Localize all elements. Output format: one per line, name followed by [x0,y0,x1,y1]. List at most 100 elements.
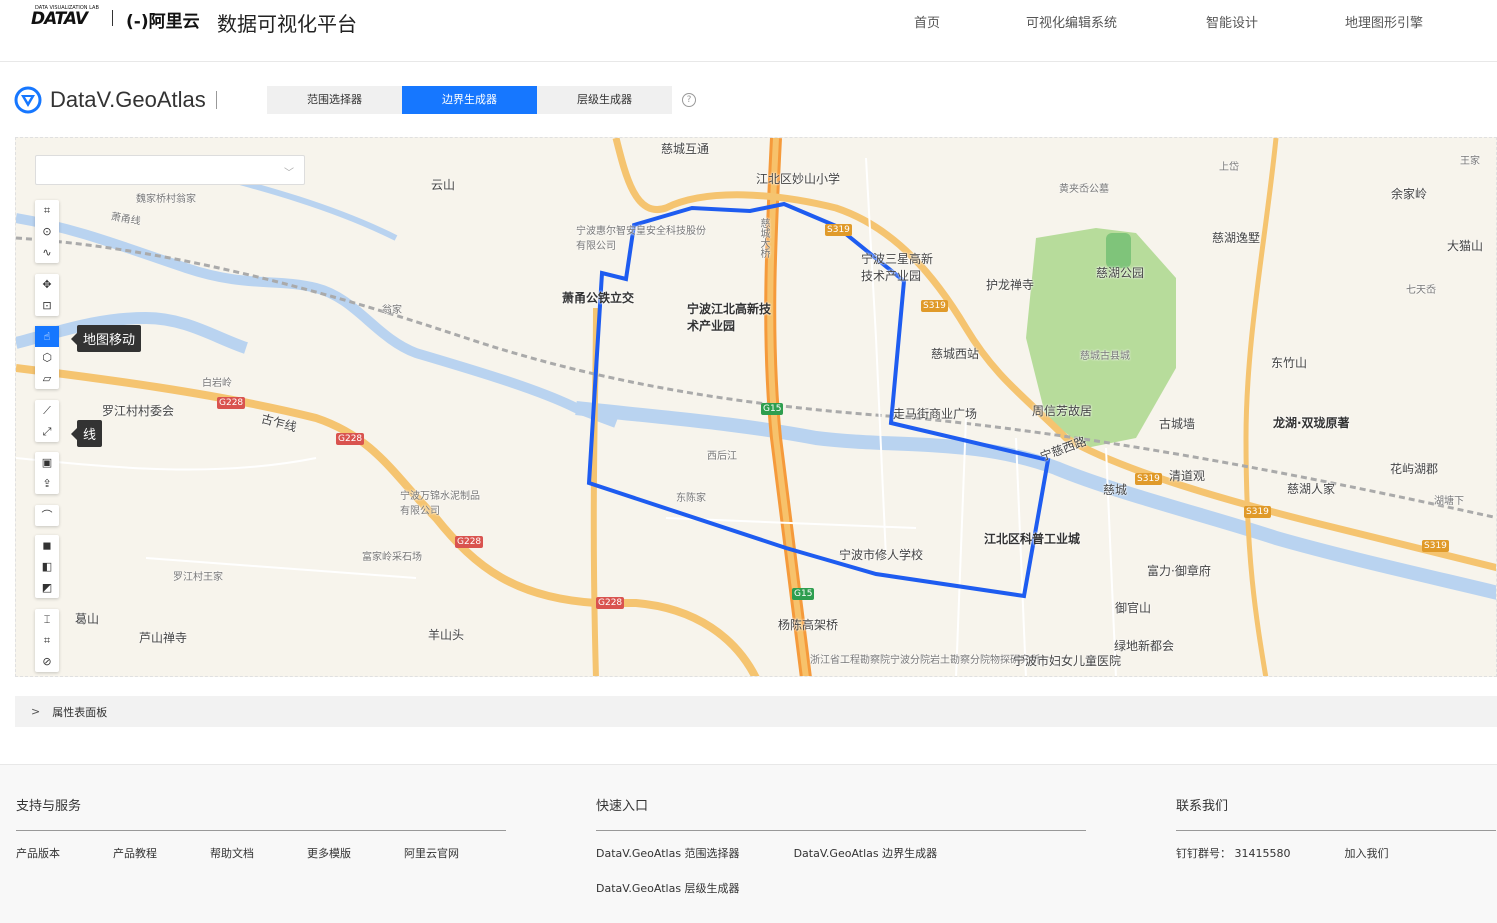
toolbar-edit-group: ☝ ⬡ ▱ [35,326,59,389]
datav-logo[interactable]: DATA VISUALIZATION LAB DATAV [31,5,99,29]
path-icon[interactable]: ⌒ [35,505,59,526]
map-label: 七天岙 [1406,285,1436,296]
aliyun-logo[interactable]: (-)阿里云 [126,7,200,32]
polygon-select-icon[interactable]: ▱ [35,368,59,389]
map-label: 慈湖人家 [1287,482,1336,496]
toolbar-view-group: ✥ ⊡ [35,274,59,316]
chevron-right-icon: > [31,705,41,718]
footer-contact: 联系我们 钉钉群号： 31415580 加入我们 [1176,795,1496,880]
nav-item-editor[interactable]: 可视化编辑系统 [1026,12,1117,31]
help-icon[interactable]: ? [682,93,696,107]
union-icon[interactable]: ◼ [35,535,59,556]
map-label: 罗江村村委会 [102,404,175,418]
map-label: 羊山头 [428,628,465,642]
footer-link[interactable]: DataV.GeoAtlas 层级生成器 [596,880,896,896]
polygon-icon[interactable]: ⬡ [35,347,59,368]
lasso-select-icon[interactable]: ∿ [35,242,59,263]
logo-divider [112,10,113,26]
crop-icon[interactable]: ⌗ [35,630,59,651]
river [575,401,1496,600]
boundary-polygon[interactable] [586,201,1051,599]
footer: 支持与服务 产品版本 产品教程 帮助文档 更多模版 阿里云官网 快速入口 Dat… [0,764,1497,923]
map-label: 周信芳故居 [1032,404,1093,418]
road-shield: S319 [921,300,948,312]
map-label: 云山 [431,178,456,192]
road-shield: G15 [761,403,784,415]
footer-link[interactable]: 更多模版 [307,845,351,861]
map-label: 慈城古县城 [1080,351,1130,362]
draw-line-icon[interactable]: ⟋ [35,400,59,421]
footer-link[interactable]: 加入我们 [1345,845,1389,861]
footer-link[interactable]: 帮助文档 [210,845,254,861]
tool-tabs: 范围选择器 边界生成器 层级生成器 [267,86,672,114]
road-shield: G228 [336,433,365,445]
footer-link[interactable]: 产品版本 [16,845,60,861]
map-move-icon[interactable]: ☝ [35,326,59,347]
platform-title: 数据可视化平台 [217,12,357,36]
road-shield: S319 [1422,540,1449,552]
nav-item-home[interactable]: 首页 [914,12,940,31]
nav-item-geo-engine[interactable]: 地理图形引擎 [1345,12,1423,31]
road-shield: S319 [825,224,852,236]
map-label: 慈城西站 [931,347,980,361]
toolbar-line-group: ⟋ ⤢ [35,400,59,442]
map-label: 葛山 [75,612,100,626]
top-navbar: DATA VISUALIZATION LAB DATAV (-)阿里云 数据可视… [0,0,1497,62]
road-shield: S319 [1244,506,1271,518]
map-label: 江北区妙山小学 [756,172,841,186]
move-icon[interactable]: ✥ [35,274,59,295]
footer-link[interactable]: 阿里云官网 [404,845,459,861]
road-shield: G228 [217,397,246,409]
brand-divider [215,91,217,109]
road-shield: S319 [1135,473,1162,485]
footer-link[interactable]: 产品教程 [113,845,157,861]
footer-link[interactable]: DataV.GeoAtlas 边界生成器 [794,845,938,861]
circle-select-icon[interactable]: ⊙ [35,221,59,242]
map-label: 芦山禅寺 [139,631,188,645]
split-icon[interactable]: ⌶ [35,609,59,630]
map-label: 走马街商业广场 [893,407,978,421]
map-canvas[interactable]: 慈城互通 江北区妙山小学 云山 魏家桥村翁家 宁波惠尔智安皇安全科技股份有限公司… [15,137,1497,677]
clear-icon[interactable]: ⊘ [35,651,59,672]
map-label: 龙湖·双珑原著 [1273,416,1350,430]
rect-select-icon[interactable]: ⌗ [35,200,59,221]
image-icon[interactable]: ▣ [35,452,59,473]
map-label: 浙江省工程勘察院宁波分院岩土勘察分院物探研究所 [810,655,1040,666]
fit-view-icon[interactable]: ⊡ [35,295,59,316]
map-label: 富家岭采石场 [362,552,422,563]
geoatlas-brand: DataV.GeoAtlas [14,86,217,114]
map-label: 翁家 [382,305,402,316]
map-label: 慈城大桥 [758,218,769,258]
toolbar-select-group: ⌗ ⊙ ∿ [35,200,59,263]
properties-panel[interactable]: > 属性表面板 [15,696,1497,727]
map-label: 萧甬公铁立交 [562,291,635,305]
intersect-icon[interactable]: ◧ [35,556,59,577]
toolbar-path-group: ⌒ [35,505,59,526]
map-label: 上岱 [1219,162,1239,173]
geoatlas-logo-icon [14,86,42,114]
map-label: 御官山 [1115,601,1152,615]
map-label: 宁波三星高新技术产业园 [861,252,934,283]
map-label: 古城墙 [1159,417,1196,431]
lake-area [1106,233,1131,268]
tab-range-selector[interactable]: 范围选择器 [267,86,402,114]
upload-icon[interactable]: ⇪ [35,473,59,494]
line-icon[interactable]: ⤢ [35,421,59,442]
tooltip-map-move: 地图移动 [70,325,142,352]
footer-link[interactable]: DataV.GeoAtlas 范围选择器 [596,845,740,861]
map-label: 大猫山 [1447,239,1484,253]
footer-heading: 快速入口 [596,795,1086,831]
map-label: 慈湖逸墅 [1212,231,1261,245]
map-label: 慈城互通 [661,142,710,156]
difference-icon[interactable]: ◩ [35,577,59,598]
tab-level-generator[interactable]: 层级生成器 [537,86,672,114]
toolbar-bool-group: ◼ ◧ ◩ [35,535,59,598]
properties-panel-label: 属性表面板 [52,705,108,719]
map-label: 杨陈高架桥 [778,618,839,632]
nav-item-design[interactable]: 智能设计 [1206,12,1258,31]
tooltip-line: 线 [70,420,103,447]
tab-boundary-generator[interactable]: 边界生成器 [402,86,537,114]
map-label: 东竹山 [1271,356,1308,370]
region-select[interactable]: ﹀ [35,155,305,185]
map-label: 罗江村王家 [173,572,223,583]
